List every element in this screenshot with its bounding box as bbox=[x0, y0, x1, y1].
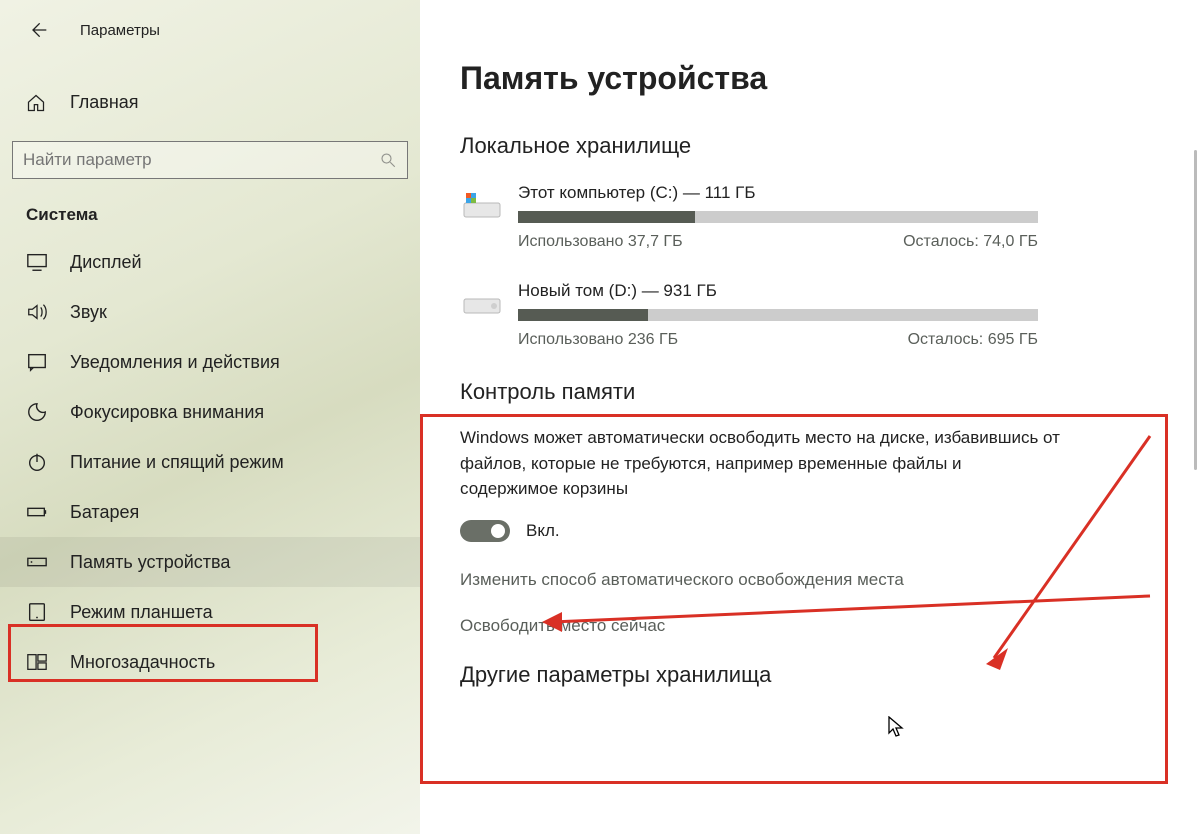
home-icon bbox=[26, 93, 48, 113]
other-storage-title: Другие параметры хранилища bbox=[460, 662, 1170, 688]
search-icon bbox=[379, 151, 397, 169]
nav-home-label: Главная bbox=[70, 92, 139, 113]
app-title: Параметры bbox=[80, 22, 160, 39]
storage-sense-toggle[interactable] bbox=[460, 520, 510, 542]
drive-d[interactable]: Новый том (D:) — 931 ГБ Использовано 236… bbox=[460, 281, 1170, 349]
nav-battery-label: Батарея bbox=[70, 502, 139, 523]
tablet-icon bbox=[26, 601, 48, 623]
nav-group-title: Система bbox=[0, 205, 420, 237]
toggle-knob bbox=[491, 524, 505, 538]
scrollbar[interactable] bbox=[1194, 150, 1197, 470]
nav-power-label: Питание и спящий режим bbox=[70, 452, 284, 473]
sidebar: Параметры Главная Система Дисплей Звук У… bbox=[0, 0, 420, 834]
focus-icon bbox=[26, 401, 48, 423]
drive-c-meta: Использовано 37,7 ГБ Осталось: 74,0 ГБ bbox=[518, 233, 1038, 251]
nav-multitask-label: Многозадачность bbox=[70, 652, 215, 673]
battery-icon bbox=[26, 501, 48, 523]
storage-sense-toggle-row: Вкл. bbox=[460, 520, 1170, 542]
search-input[interactable] bbox=[23, 150, 379, 170]
nav-display-label: Дисплей bbox=[70, 252, 142, 273]
nav-sound-label: Звук bbox=[70, 302, 107, 323]
free-now-link[interactable]: Освободить место сейчас bbox=[460, 616, 1170, 636]
drive-d-meta: Использовано 236 ГБ Осталось: 695 ГБ bbox=[518, 331, 1038, 349]
display-icon bbox=[26, 251, 48, 273]
nav-multitask[interactable]: Многозадачность bbox=[0, 637, 420, 687]
drive-c[interactable]: Этот компьютер (C:) — 111 ГБ Использован… bbox=[460, 183, 1170, 251]
nav-storage-label: Память устройства bbox=[70, 552, 230, 573]
storage-sense-toggle-label: Вкл. bbox=[526, 521, 560, 541]
nav-display[interactable]: Дисплей bbox=[0, 237, 420, 287]
search-field[interactable] bbox=[12, 141, 408, 179]
drive-c-bar bbox=[518, 211, 1038, 223]
page-title: Память устройства bbox=[460, 60, 1170, 97]
main-content: Память устройства Локальное хранилище Эт… bbox=[420, 0, 1200, 834]
nav-home[interactable]: Главная bbox=[0, 82, 420, 123]
drive-d-name: Новый том (D:) — 931 ГБ bbox=[518, 281, 1170, 301]
nav-tablet[interactable]: Режим планшета bbox=[0, 587, 420, 637]
nav-focus[interactable]: Фокусировка внимания bbox=[0, 387, 420, 437]
drive-d-icon bbox=[460, 281, 504, 325]
arrow-left-icon bbox=[28, 20, 48, 40]
drive-c-free: Осталось: 74,0 ГБ bbox=[903, 233, 1038, 251]
cursor-icon bbox=[888, 716, 906, 738]
drive-c-bar-fill bbox=[518, 211, 695, 223]
drive-d-bar bbox=[518, 309, 1038, 321]
nav-sound[interactable]: Звук bbox=[0, 287, 420, 337]
drive-c-name: Этот компьютер (C:) — 111 ГБ bbox=[518, 183, 1170, 203]
drive-d-body: Новый том (D:) — 931 ГБ Использовано 236… bbox=[518, 281, 1170, 349]
nav-storage[interactable]: Память устройства bbox=[0, 537, 420, 587]
nav-focus-label: Фокусировка внимания bbox=[70, 402, 264, 423]
titlebar: Параметры bbox=[0, 10, 420, 58]
local-storage-title: Локальное хранилище bbox=[460, 133, 1170, 159]
change-auto-free-link[interactable]: Изменить способ автоматического освобожд… bbox=[460, 570, 1170, 590]
nav-battery[interactable]: Батарея bbox=[0, 487, 420, 537]
drive-c-used: Использовано 37,7 ГБ bbox=[518, 233, 683, 251]
drive-d-bar-fill bbox=[518, 309, 648, 321]
nav-notifications-label: Уведомления и действия bbox=[70, 352, 280, 373]
drive-c-icon bbox=[460, 183, 504, 227]
notifications-icon bbox=[26, 351, 48, 373]
storage-icon bbox=[26, 551, 48, 573]
search-wrap bbox=[12, 141, 408, 179]
storage-sense-section: Контроль памяти Windows может автоматиче… bbox=[460, 379, 1170, 636]
nav-power[interactable]: Питание и спящий режим bbox=[0, 437, 420, 487]
nav-tablet-label: Режим планшета bbox=[70, 602, 213, 623]
drive-d-free: Осталось: 695 ГБ bbox=[908, 331, 1038, 349]
power-icon bbox=[26, 451, 48, 473]
multitask-icon bbox=[26, 651, 48, 673]
storage-sense-title: Контроль памяти bbox=[460, 379, 1170, 405]
sound-icon bbox=[26, 301, 48, 323]
drive-d-used: Использовано 236 ГБ bbox=[518, 331, 678, 349]
back-button[interactable] bbox=[24, 16, 52, 44]
nav-notifications[interactable]: Уведомления и действия bbox=[0, 337, 420, 387]
storage-sense-desc: Windows может автоматически освободить м… bbox=[460, 425, 1060, 502]
drive-c-body: Этот компьютер (C:) — 111 ГБ Использован… bbox=[518, 183, 1170, 251]
